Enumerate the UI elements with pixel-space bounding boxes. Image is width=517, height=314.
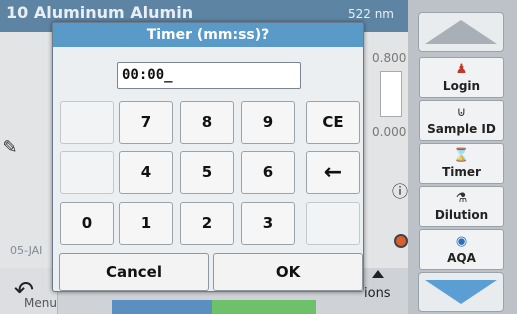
program-title: 10 Aluminum Alumin	[6, 3, 194, 22]
options-caret-icon	[372, 270, 384, 278]
keypad-key-5[interactable]: 5	[180, 151, 234, 194]
backspace-arrow-icon[interactable]: ←	[306, 151, 360, 194]
keypad-key-3[interactable]: 3	[241, 202, 295, 245]
status-bar-blue	[112, 300, 212, 314]
date-label: 05-JAI	[10, 244, 43, 257]
keypad-key-1[interactable]: 1	[119, 202, 173, 245]
keypad-key-9[interactable]: 9	[241, 101, 295, 144]
clear-entry-button[interactable]: CE	[306, 101, 360, 144]
sidebar-item-label: Dilution	[434, 208, 489, 222]
back-button[interactable]: ↶ Menu	[0, 268, 58, 314]
keypad-key-8[interactable]: 8	[180, 101, 234, 144]
keypad-key-0[interactable]: 0	[60, 202, 114, 245]
keypad-key-4[interactable]: 4	[119, 151, 173, 194]
cancel-button[interactable]: Cancel	[59, 253, 209, 291]
measurement-gauge	[380, 71, 402, 117]
keypad-key-2[interactable]: 2	[180, 202, 234, 245]
person-icon: ♟	[455, 62, 468, 77]
keypad-key-7[interactable]: 7	[119, 101, 173, 144]
keypad-key-blank	[60, 151, 114, 194]
ok-button[interactable]: OK	[213, 253, 363, 291]
status-bar-green	[212, 300, 316, 314]
wavelength-label: 522 nm	[347, 7, 394, 21]
dilution-icon: ⚗	[455, 191, 468, 206]
sidebar-item-timer[interactable]: ⌛ Timer	[419, 143, 504, 184]
sidebar-item-label: Login	[442, 79, 481, 93]
globe-icon[interactable]	[394, 234, 408, 248]
dialog-title: Timer (mm:ss)?	[53, 23, 363, 47]
beaker-icon: ⊍	[456, 105, 467, 120]
keypad-key-6[interactable]: 6	[241, 151, 295, 194]
info-icon[interactable]: ⓘ	[392, 178, 408, 201]
options-label[interactable]: ions	[364, 286, 391, 301]
keypad-key-blank	[306, 202, 360, 245]
scroll-up-button[interactable]	[418, 12, 504, 52]
timer-dialog: Timer (mm:ss)? 00:00_ 7 8 9 CE 4 5 6 ← 0…	[52, 22, 364, 292]
keypad-key-blank	[60, 101, 114, 144]
sidebar-item-label: AQA	[447, 251, 476, 265]
up-arrow-icon	[425, 20, 497, 44]
timer-input[interactable]: 00:00_	[117, 62, 301, 89]
sidebar-item-sample-id[interactable]: ⊍ Sample ID	[419, 100, 504, 141]
sidebar-item-login[interactable]: ♟ Login	[419, 57, 504, 98]
sidebar-item-dilution[interactable]: ⚗ Dilution	[419, 186, 504, 227]
scroll-down-button[interactable]	[418, 272, 504, 312]
sidebar-item-label: Timer	[442, 165, 481, 179]
sidebar-item-label: Sample ID	[427, 122, 496, 136]
scale-value-top: 0.800	[372, 51, 407, 65]
edit-icon[interactable]: ✎	[0, 138, 20, 158]
aqa-icon: ◉	[455, 234, 468, 249]
timer-icon: ⌛	[453, 148, 470, 163]
down-arrow-icon	[425, 280, 497, 304]
back-label: Menu	[24, 296, 57, 310]
sidebar-item-aqa[interactable]: ◉ AQA	[419, 229, 504, 270]
scale-value-bottom: 0.000	[372, 125, 407, 139]
